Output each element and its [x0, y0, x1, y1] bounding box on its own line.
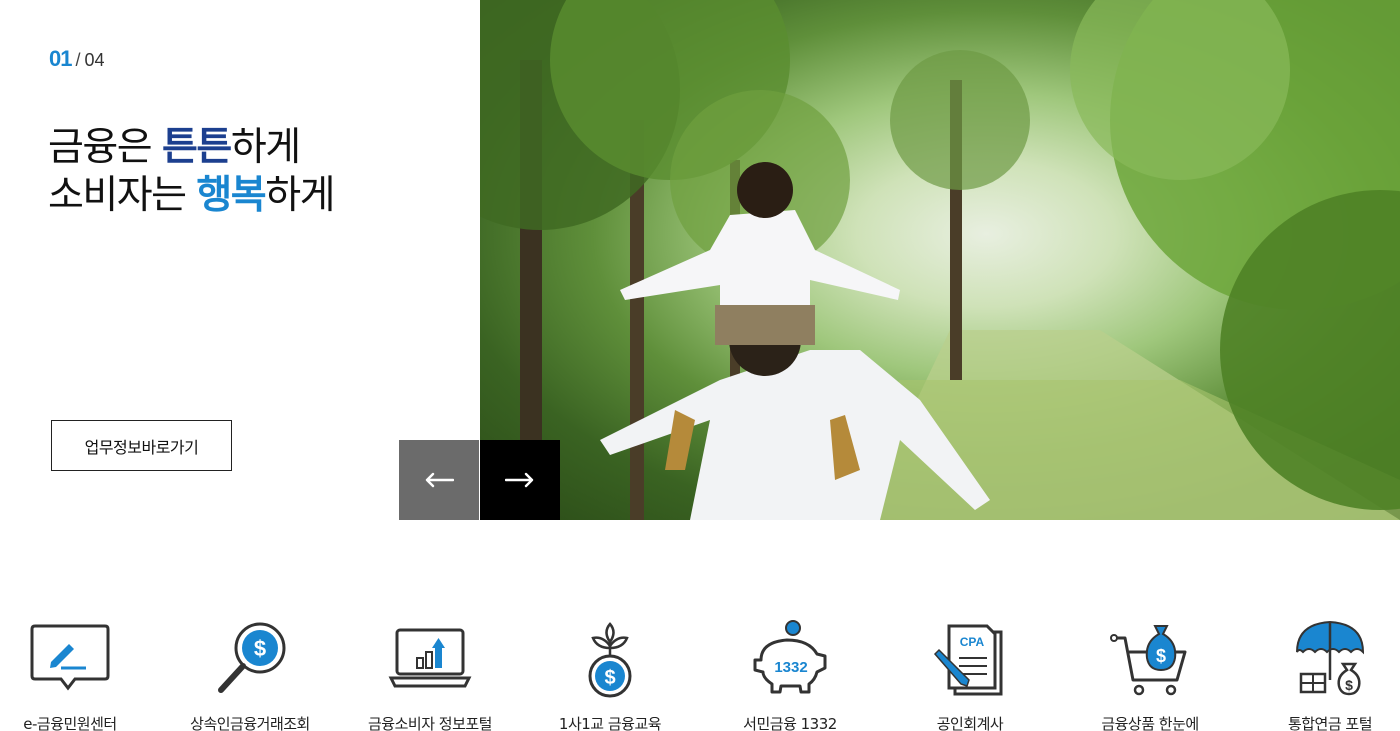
shopping-cart-money-icon: $ [1110, 625, 1187, 696]
headline-emphasis: 튼튼 [162, 125, 232, 170]
quick-link-e-complaint[interactable]: e-금융민원센터 [0, 610, 160, 731]
cpa-document-icon: CPA [933, 624, 1003, 696]
sprout-coin-icon: $ [588, 622, 632, 698]
quick-link-label: 1사1교 금융교육 [558, 715, 662, 731]
quick-link-1332[interactable]: 1332 서민금융 1332 [700, 610, 880, 731]
laptop-chart-icon [388, 628, 472, 688]
quick-link-label: 공인회계사 [936, 715, 1004, 731]
quick-link-label: 상속인금융거래조회 [190, 715, 310, 731]
hero-slider: 01/04 금융은 튼튼하게 소비자는 행복하게 업무정보바로가기 [0, 0, 1400, 520]
quick-link-inheritance[interactable]: $ 상속인금융거래조회 [160, 610, 340, 731]
slide-next-button[interactable] [480, 440, 560, 520]
arrow-left-icon [425, 472, 454, 488]
quick-link-label: 서민금융 1332 [743, 715, 837, 731]
quick-link-consumer-portal[interactable]: 금융소비자 정보포털 [340, 610, 520, 731]
headline-emphasis: 행복 [196, 173, 266, 218]
svg-text:$: $ [1156, 646, 1166, 666]
quick-link-products[interactable]: $ 금융상품 한눈에 [1060, 610, 1240, 731]
slide-separator: / [75, 50, 81, 70]
headline-text: 하게 [230, 125, 301, 170]
business-info-button[interactable]: 업무정보바로가기 [51, 420, 232, 471]
slide-prev-button[interactable] [399, 440, 479, 520]
quick-link-label: e-금융민원센터 [23, 715, 117, 731]
svg-text:$: $ [604, 667, 615, 689]
magnifier-dollar-icon: $ [218, 622, 286, 693]
park-scene-image [480, 0, 1400, 520]
umbrella-money-icon: $ [1296, 620, 1365, 696]
headline-text: 금융은 [48, 125, 163, 170]
quick-link-cpa[interactable]: CPA 공인회계사 [880, 610, 1060, 731]
slide-photo [480, 0, 1400, 520]
quick-link-label: 금융상품 한눈에 [1101, 715, 1199, 731]
svg-text:$: $ [254, 636, 266, 661]
quick-links: e-금융민원센터 $ 상속인금융거래조회 금융소비자 정보포털 $ 1사1교 금… [0, 610, 1400, 731]
slide-counter: 01/04 [49, 46, 105, 72]
piggy-bank-icon: 1332 [753, 620, 827, 694]
quick-link-label: 금융소비자 정보포털 [368, 715, 492, 731]
headline-text: 소비자는 [48, 173, 197, 218]
slide-headline: 금융은 튼튼하게 소비자는 행복하게 [48, 124, 335, 220]
piggy-badge: 1332 [774, 659, 807, 676]
svg-text:$: $ [1345, 677, 1353, 693]
headline-line-2: 소비자는 행복하게 [48, 172, 335, 220]
quick-link-pension[interactable]: $ 통합연금 포털 [1240, 610, 1400, 731]
quick-link-education[interactable]: $ 1사1교 금융교육 [520, 610, 700, 731]
speech-pen-icon [30, 624, 110, 691]
cpa-badge: CPA [960, 635, 985, 649]
headline-line-1: 금융은 튼튼하게 [48, 124, 334, 172]
headline-text: 하게 [265, 173, 335, 218]
arrow-right-icon [505, 472, 534, 488]
slide-total: 04 [84, 50, 105, 70]
slide-current: 01 [49, 46, 73, 71]
quick-link-label: 통합연금 포털 [1287, 715, 1373, 731]
